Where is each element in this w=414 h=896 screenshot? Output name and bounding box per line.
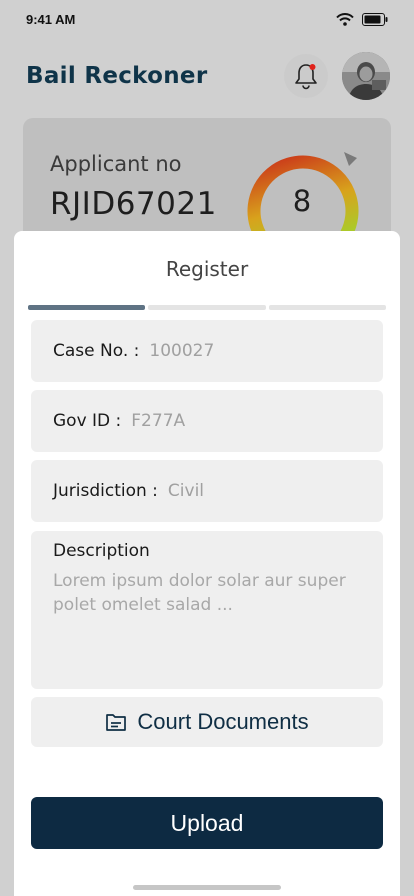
status-bar: 9:41 AM <box>0 0 414 38</box>
progress-step-3 <box>268 305 386 310</box>
header-actions <box>284 52 390 100</box>
description-field[interactable]: Description Lorem ipsum dolor solar aur … <box>31 531 383 689</box>
upload-label: Upload <box>170 809 244 836</box>
progress-step-2 <box>148 305 266 310</box>
gov-id-field[interactable]: Gov ID : F277A <box>31 390 383 452</box>
register-sheet: Register Case No. : 100027 Gov ID : F277… <box>14 231 400 896</box>
step-progress <box>28 305 386 310</box>
app-title: Bail Reckoner <box>26 63 208 89</box>
description-placeholder: Lorem ipsum dolor solar aur super polet … <box>53 571 346 615</box>
field-value: 100027 <box>149 341 215 361</box>
field-label: Jurisdiction : <box>53 481 158 501</box>
app-header: Bail Reckoner <box>0 50 414 102</box>
notifications-button[interactable] <box>284 54 328 98</box>
applicant-label: Applicant no <box>50 152 182 176</box>
applicant-id: RJID67021 <box>50 186 217 222</box>
progress-step-1 <box>28 305 146 310</box>
sheet-title: Register <box>165 257 249 281</box>
court-documents-label: Court Documents <box>137 709 309 734</box>
avatar-image <box>342 52 390 100</box>
bell-icon <box>295 64 317 90</box>
jurisdiction-field[interactable]: Jurisdiction : Civil <box>31 460 383 522</box>
upload-button[interactable]: Upload <box>31 797 383 849</box>
document-icon <box>106 714 127 731</box>
court-documents-button[interactable]: Court Documents <box>31 697 383 747</box>
field-value: Civil <box>167 481 205 501</box>
avatar[interactable] <box>342 52 390 100</box>
score-value: 8 <box>292 184 312 218</box>
battery-icon <box>362 12 388 26</box>
field-label: Case No. : <box>53 341 140 361</box>
status-icons <box>336 12 388 26</box>
field-label: Gov ID : <box>53 411 122 431</box>
field-value: F277A <box>131 411 186 431</box>
home-indicator <box>133 885 281 890</box>
case-number-field[interactable]: Case No. : 100027 <box>31 320 383 382</box>
description-label: Description <box>53 541 150 561</box>
wifi-icon <box>336 12 354 26</box>
status-time: 9:41 AM <box>26 11 76 27</box>
